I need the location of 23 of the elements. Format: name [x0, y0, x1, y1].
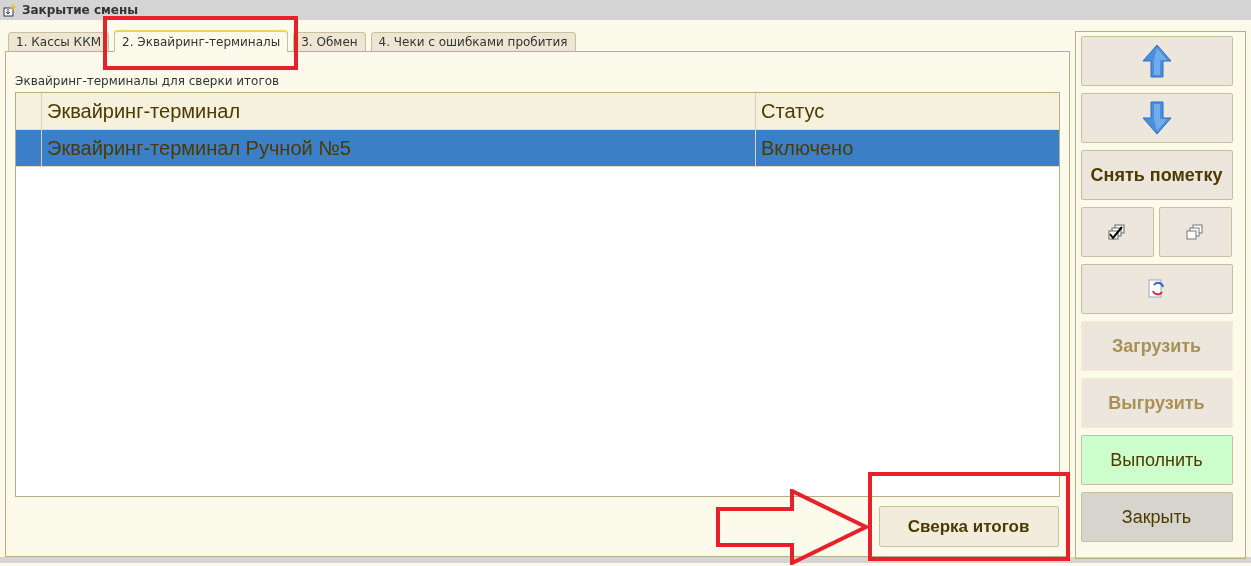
uncheck-all-button[interactable] [1158, 207, 1232, 257]
action-button[interactable]: Снять пометку [1080, 150, 1233, 200]
table-cell: Эквайринг-терминал Ручной №5 [41, 130, 755, 166]
move-up-button[interactable] [1080, 36, 1233, 86]
action-button[interactable]: Закрыть [1080, 492, 1233, 542]
refresh-icon [1147, 279, 1166, 299]
refresh-button[interactable] [1080, 264, 1233, 314]
check-all-button[interactable] [1080, 207, 1154, 257]
tab[interactable]: 3. Обмен [293, 32, 366, 51]
tab[interactable]: 2. Эквайринг-терминалы [114, 30, 289, 52]
reconcile-button[interactable]: Сверка итогов [878, 506, 1059, 547]
table-cell: Включено [755, 130, 1059, 166]
tab[interactable]: 4. Чеки с ошибками пробития [370, 32, 576, 51]
checked-copies-icon [1108, 224, 1126, 240]
tab[interactable]: 1. Кассы ККМ [8, 32, 109, 51]
section-caption: Эквайринг-терминалы для сверки итогов [15, 74, 281, 90]
action-button[interactable]: Выполнить [1080, 435, 1233, 485]
copies-icon [1186, 224, 1204, 240]
column-header[interactable]: Статус [755, 93, 1059, 129]
window-title: Закрытие смены [22, 3, 139, 17]
move-down-button[interactable] [1080, 93, 1233, 143]
window-icon [3, 3, 17, 17]
column-header[interactable]: Эквайринг-терминал [41, 93, 755, 129]
